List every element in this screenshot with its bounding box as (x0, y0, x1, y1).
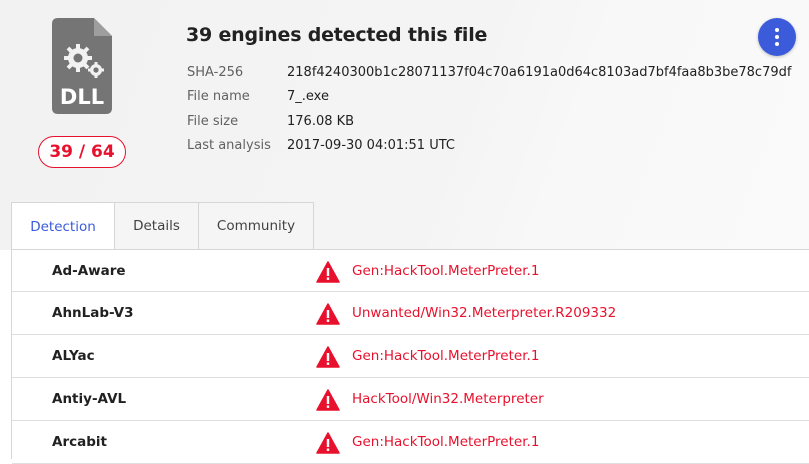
detail-row-last-analysis: Last analysis 2017-09-30 04:01:51 UTC (187, 134, 791, 159)
file-size-value: 176.08 KB (287, 113, 355, 129)
more-options-button[interactable] (758, 18, 796, 56)
engine-name: ALYac (52, 348, 95, 364)
tab-bar: Detection Details Community (11, 202, 314, 251)
alert-triangle-icon (316, 389, 340, 411)
tab-community[interactable]: Community (199, 202, 314, 250)
sha256-value: 218f4240300b1c28071137f04c70a6191a0d64c8… (287, 64, 792, 80)
alert-triangle-icon (316, 261, 340, 283)
file-type-label: DLL (60, 85, 104, 109)
detail-key: File size (187, 113, 239, 129)
detection-result: Unwanted/Win32.Meterpreter.R209332 (352, 305, 617, 321)
detection-score-badge: 39 / 64 (38, 136, 126, 168)
detail-row-file-size: File size 176.08 KB (187, 109, 791, 134)
more-vert-icon (775, 28, 779, 32)
detection-results-table: Ad-Aware Gen:HackTool.MeterPreter.1 AhnL… (11, 249, 809, 464)
detail-key: SHA-256 (187, 64, 244, 80)
table-row: Arcabit Gen:HackTool.MeterPreter.1 (12, 421, 809, 464)
detail-row-file-name: File name 7_.exe (187, 85, 791, 110)
alert-triangle-icon (316, 303, 340, 325)
tab-details[interactable]: Details (115, 202, 199, 250)
detail-row-sha256: SHA-256 218f4240300b1c28071137f04c70a619… (187, 60, 791, 85)
detection-result: Gen:HackTool.MeterPreter.1 (352, 262, 540, 279)
engine-name: Antiy-AVL (52, 391, 127, 407)
detection-result: HackTool/Win32.Meterpreter (352, 391, 544, 407)
tab-detection[interactable]: Detection (11, 202, 115, 251)
file-name-value: 7_.exe (287, 89, 329, 105)
detection-result: Gen:HackTool.MeterPreter.1 (352, 348, 540, 364)
table-row: Antiy-AVL HackTool/Win32.Meterpreter (12, 378, 809, 421)
last-analysis-value: 2017-09-30 04:01:51 UTC (287, 138, 455, 154)
detail-key: File name (187, 89, 250, 105)
table-row: Ad-Aware Gen:HackTool.MeterPreter.1 (12, 250, 809, 292)
dll-file-icon: DLL (52, 18, 112, 114)
alert-triangle-icon (316, 432, 340, 454)
file-details-list: SHA-256 218f4240300b1c28071137f04c70a619… (187, 60, 791, 158)
engine-name: AhnLab-V3 (52, 305, 134, 321)
detail-key: Last analysis (187, 138, 271, 154)
alert-triangle-icon (316, 346, 340, 368)
engine-name: Ad-Aware (52, 262, 126, 279)
page-title: 39 engines detected this file (186, 24, 488, 46)
table-row: ALYac Gen:HackTool.MeterPreter.1 (12, 335, 809, 378)
table-row: AhnLab-V3 Unwanted/Win32.Meterpreter.R20… (12, 292, 809, 335)
